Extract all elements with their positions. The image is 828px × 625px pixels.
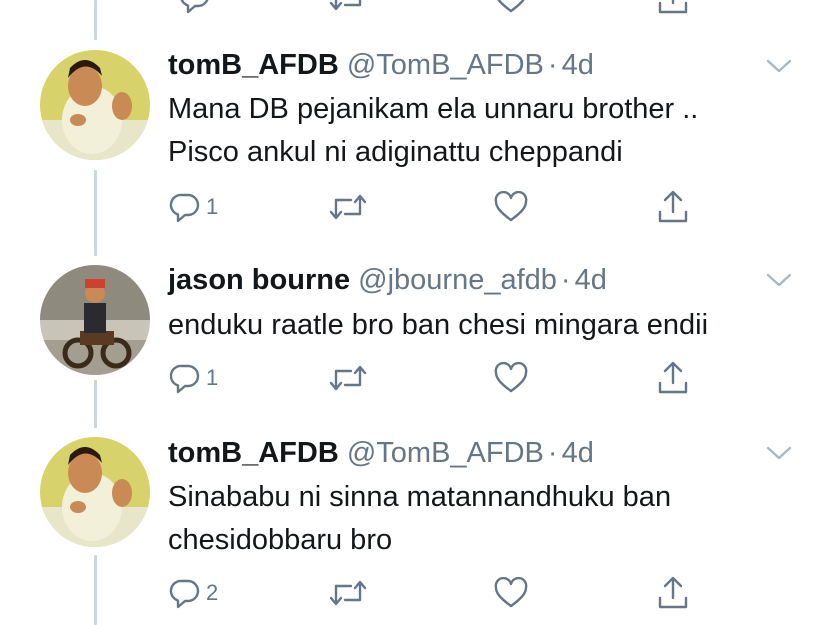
tweet-menu-button[interactable] <box>765 270 793 290</box>
separator-dot: · <box>547 437 558 469</box>
like-button[interactable] <box>494 573 528 613</box>
reply-icon <box>169 193 200 223</box>
share-icon <box>658 0 688 14</box>
tweet-text-line: Mana DB pejanikam ela unnaru brother .. <box>168 93 699 125</box>
cartoon-man-avatar[interactable] <box>40 50 150 160</box>
share-icon <box>658 361 688 394</box>
like-icon <box>494 577 528 608</box>
share-button[interactable] <box>656 0 690 18</box>
user-handle[interactable]: @jbourne_afdb <box>358 264 557 296</box>
timestamp[interactable]: 4d <box>575 264 607 296</box>
retweet-button[interactable] <box>328 0 368 18</box>
tweet-header: tomB_AFDB @TomB_AFDB · 4d <box>168 436 594 470</box>
timestamp[interactable]: 4d <box>562 49 594 81</box>
user-handle[interactable]: @TomB_AFDB <box>347 437 544 469</box>
share-icon <box>658 576 688 609</box>
thread-line-mid <box>94 380 97 428</box>
tweet-menu-button[interactable] <box>765 56 793 76</box>
retweet-icon <box>329 194 367 220</box>
reply-icon <box>169 579 200 609</box>
retweet-button[interactable] <box>328 187 368 227</box>
retweet-button[interactable] <box>328 573 368 613</box>
like-button[interactable] <box>494 187 528 227</box>
reply-count: 1 <box>206 194 219 219</box>
share-button[interactable] <box>656 573 690 613</box>
tweet-menu-button[interactable] <box>765 443 793 463</box>
reply-count: 2 <box>206 580 219 605</box>
chevron-down-icon <box>766 446 792 460</box>
retweet-icon <box>329 365 367 391</box>
separator-dot: · <box>560 264 571 296</box>
tweet-header: tomB_AFDB @TomB_AFDB · 4d <box>168 48 594 82</box>
share-button[interactable] <box>656 187 690 227</box>
tweet-actions: 1 <box>168 187 708 227</box>
like-button[interactable] <box>494 0 528 18</box>
separator-dot: · <box>547 49 558 81</box>
motorbike-rider-avatar[interactable] <box>40 265 150 375</box>
share-icon <box>658 190 688 223</box>
retweet-icon <box>329 0 362 11</box>
chevron-down-icon <box>766 273 792 287</box>
thread-line-bottom <box>94 555 97 625</box>
thread-line-top <box>94 0 97 40</box>
tweet-text-line: Sinababu ni sinna matannandhuku ban <box>168 481 672 513</box>
retweet-button[interactable] <box>328 358 368 398</box>
tweet-text-line: Pisco ankul ni adiginattu cheppandi <box>168 136 623 168</box>
like-icon <box>494 362 528 393</box>
tweet-text-line: chesidobbaru bro <box>168 524 393 556</box>
reply-button[interactable]: 1 <box>168 358 218 398</box>
tweet-actions: 1 <box>168 358 708 398</box>
tweet-actions-partial <box>168 0 708 18</box>
timestamp[interactable]: 4d <box>562 437 594 469</box>
tweet-text: Mana DB pejanikam ela unnaru brother .. … <box>168 88 698 174</box>
reply-button[interactable]: 2 <box>168 573 218 613</box>
like-icon <box>494 191 528 222</box>
display-name[interactable]: jason bourne <box>168 264 350 296</box>
thread-line-mid <box>94 170 97 256</box>
tweet-text: Sinababu ni sinna matannandhuku ban ches… <box>168 476 671 562</box>
like-icon <box>497 0 525 13</box>
cartoon-man-avatar[interactable] <box>40 437 150 547</box>
tweet-actions: 2 <box>168 573 708 613</box>
like-button[interactable] <box>494 358 528 398</box>
display-name[interactable]: tomB_AFDB <box>168 49 339 81</box>
reply-button[interactable]: 1 <box>168 187 218 227</box>
reply-icon <box>169 364 200 394</box>
chevron-down-icon <box>766 59 792 73</box>
retweet-icon <box>329 580 367 606</box>
display-name[interactable]: tomB_AFDB <box>168 437 339 469</box>
reply-count: 1 <box>206 365 219 390</box>
reply-button[interactable] <box>178 0 212 18</box>
tweet-text-line: enduku raatle bro ban chesi mingara endi… <box>168 309 709 341</box>
tweet-text: enduku raatle bro ban chesi mingara endi… <box>168 304 708 347</box>
tweet-header: jason bourne @jbourne_afdb · 4d <box>168 263 607 297</box>
reply-icon <box>180 0 209 14</box>
share-button[interactable] <box>656 358 690 398</box>
user-handle[interactable]: @TomB_AFDB <box>347 49 544 81</box>
